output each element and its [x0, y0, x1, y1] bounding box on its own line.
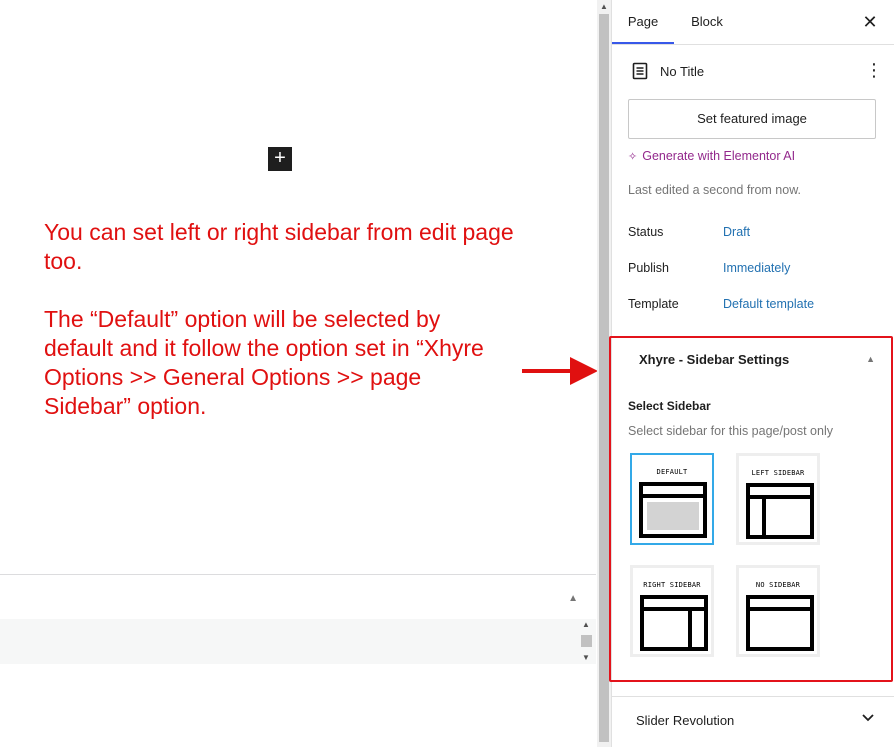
- xhyre-panel-title[interactable]: Xhyre - Sidebar Settings: [639, 352, 789, 367]
- scroll-thumb[interactable]: [599, 14, 609, 742]
- sidebar-option-right-sidebar[interactable]: RIGHT SIDEBAR: [630, 565, 714, 657]
- annotation-text: You can set left or right sidebar from e…: [44, 218, 514, 421]
- select-sidebar-label: Select Sidebar: [628, 399, 711, 413]
- sparkle-icon: ✧: [628, 151, 638, 163]
- select-sidebar-description: Select sidebar for this page/post only: [628, 424, 833, 438]
- bottom-panel-scrollbar[interactable]: ▲ ▼: [580, 621, 592, 662]
- option-label: NO SIDEBAR: [755, 581, 801, 589]
- more-options-button[interactable]: ⋮: [865, 60, 883, 81]
- chevron-down-icon[interactable]: [861, 711, 875, 725]
- status-label: Status: [628, 225, 664, 239]
- publish-label: Publish: [628, 261, 669, 275]
- settings-sidebar: Page Block ✕ No Title ⋮ Set featured ima…: [609, 0, 894, 748]
- slider-revolution-title[interactable]: Slider Revolution: [636, 713, 734, 728]
- close-sidebar-button[interactable]: ✕: [859, 11, 881, 33]
- slider-revolution-panel[interactable]: Slider Revolution: [612, 696, 894, 748]
- layout-no-sidebar-icon: [746, 595, 814, 651]
- annotation-arrow-icon: [522, 357, 598, 385]
- document-icon: [632, 62, 648, 80]
- scroll-down-icon[interactable]: ▼: [580, 654, 592, 662]
- editor-canvas[interactable]: + You can set left or right sidebar from…: [0, 0, 598, 748]
- template-value-link[interactable]: Default template: [723, 297, 814, 311]
- layout-left-sidebar-icon: [746, 483, 814, 539]
- scroll-up-icon[interactable]: ▲: [580, 621, 592, 629]
- sidebar-option-default[interactable]: DEFAULT: [630, 453, 714, 545]
- elementor-ai-label: Generate with Elementor AI: [642, 149, 796, 163]
- option-label: LEFT SIDEBAR: [751, 469, 805, 477]
- bottom-panel-toggle-icon[interactable]: ▲: [568, 593, 578, 604]
- status-value-link[interactable]: Draft: [723, 225, 750, 239]
- annotation-line-2: The “Default” option will be selected by…: [44, 306, 484, 419]
- tab-page[interactable]: Page: [612, 0, 674, 44]
- sidebar-tabs: Page Block ✕: [612, 0, 894, 45]
- set-featured-image-button[interactable]: Set featured image: [628, 99, 876, 139]
- bottom-panel-field[interactable]: [0, 619, 596, 664]
- publish-value-link[interactable]: Immediately: [723, 261, 790, 275]
- last-edited-text: Last edited a second from now.: [628, 183, 802, 197]
- elementor-ai-link[interactable]: ✧ Generate with Elementor AI: [628, 149, 795, 163]
- xhyre-sidebar-settings-panel: Xhyre - Sidebar Settings ▲ Select Sideba…: [609, 336, 893, 682]
- document-title: No Title: [660, 64, 705, 79]
- layout-default-icon: [639, 482, 707, 538]
- scroll-up-icon[interactable]: ▲: [597, 2, 611, 11]
- tab-block[interactable]: Block: [678, 0, 736, 44]
- layout-right-sidebar-icon: [640, 595, 708, 651]
- sidebar-option-no-sidebar[interactable]: NO SIDEBAR: [736, 565, 820, 657]
- scroll-thumb[interactable]: [581, 635, 592, 647]
- option-label: DEFAULT: [656, 468, 688, 476]
- bottom-metabox-panel: ▲ ▲ ▼: [0, 574, 596, 748]
- option-label: RIGHT SIDEBAR: [643, 581, 701, 589]
- sidebar-option-left-sidebar[interactable]: LEFT SIDEBAR: [736, 453, 820, 545]
- collapse-up-icon[interactable]: ▲: [866, 354, 875, 364]
- add-block-button[interactable]: +: [268, 147, 292, 171]
- annotation-line-1: You can set left or right sidebar from e…: [44, 219, 514, 274]
- template-label: Template: [628, 297, 679, 311]
